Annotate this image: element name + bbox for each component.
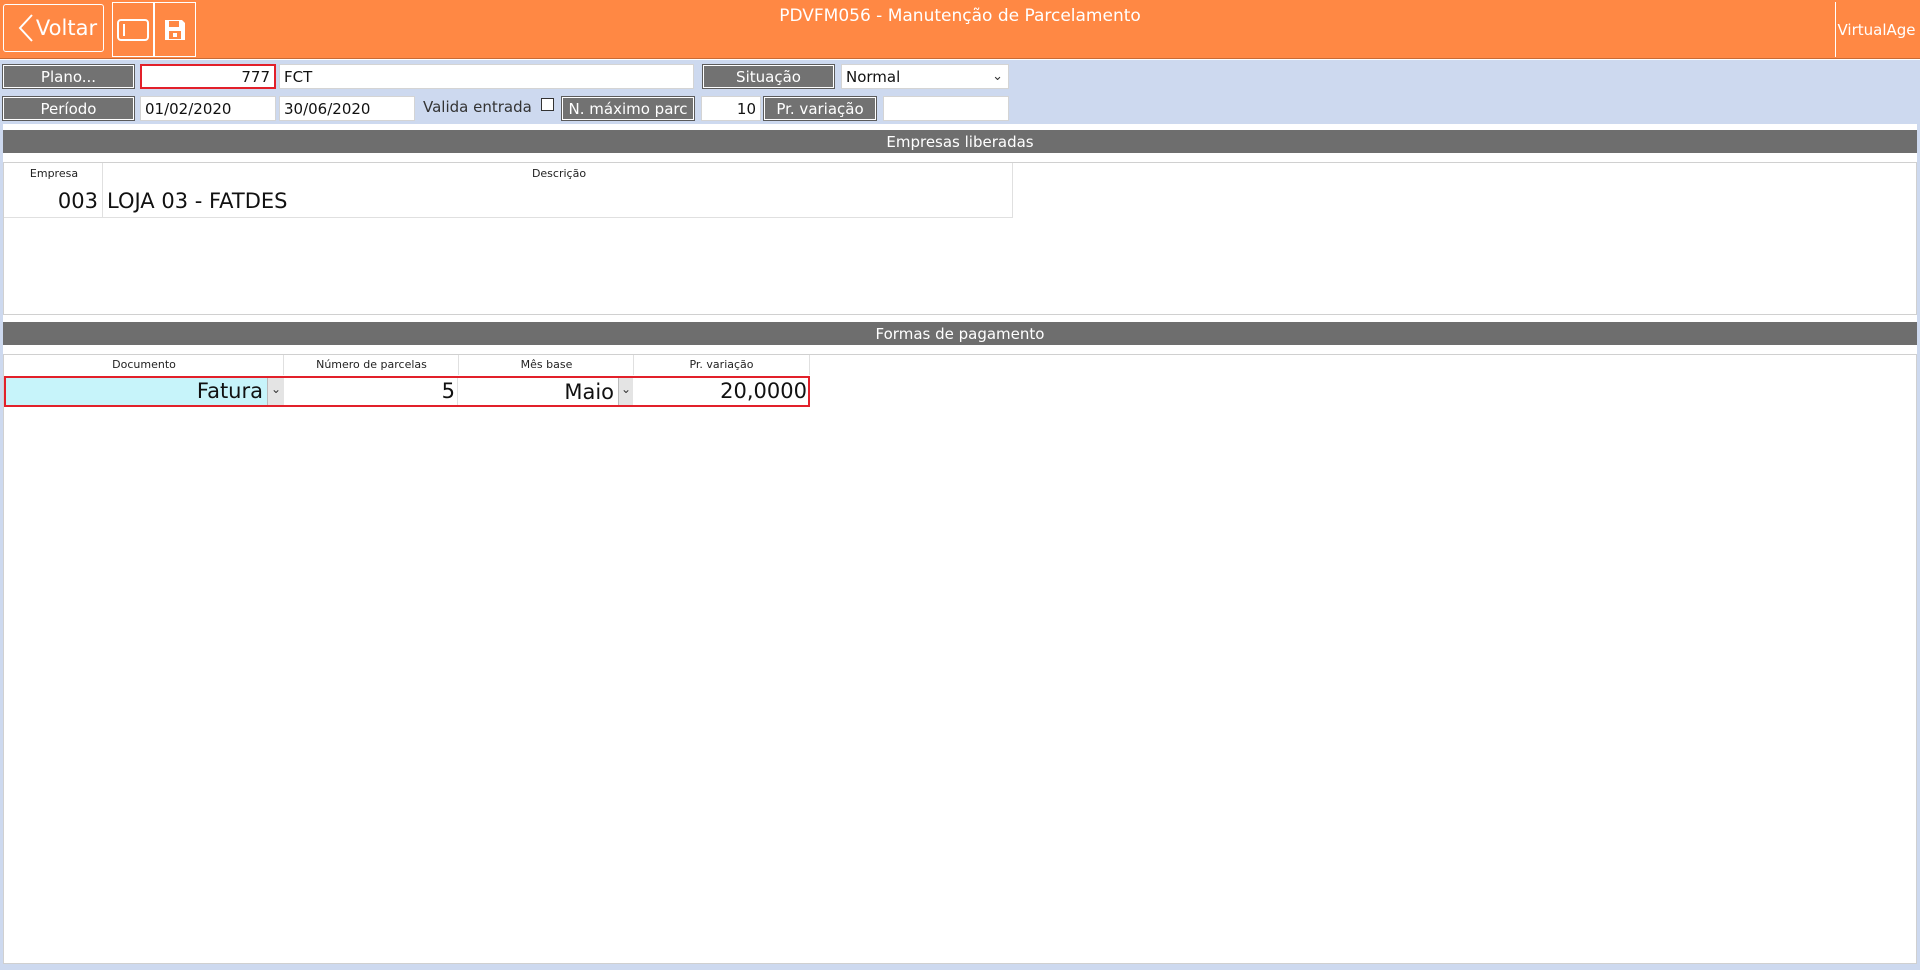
situacao-value: Normal (846, 67, 901, 86)
chevron-down-icon: ⌄ (270, 382, 282, 396)
column-divider (458, 355, 459, 375)
documento-cell[interactable]: Fatura (6, 378, 267, 405)
col-header-empresa: Empresa (29, 167, 79, 180)
table-row[interactable]: Fatura ⌄ 5 Maio ⌄ 20,0000 (4, 376, 810, 407)
max-parc-field[interactable]: 10 (701, 96, 761, 121)
empresa-code-cell: 003 (57, 189, 98, 213)
chevron-down-icon: ⌄ (620, 382, 632, 396)
plano-code-field[interactable]: 777 (140, 64, 276, 89)
column-divider (1012, 163, 1013, 218)
col-header-descricao: Descrição (531, 167, 587, 180)
max-parc-label-button[interactable]: N. máximo parc (561, 96, 695, 121)
page-title: PDVFM056 - Manutenção de Parcelamento (779, 6, 1141, 26)
periodo-fim-field[interactable]: 30/06/2020 (279, 96, 415, 121)
valida-entrada-label: Valida entrada (423, 98, 532, 116)
plano-desc-field[interactable]: FCT (279, 64, 694, 89)
col-header-parcelas: Número de parcelas (316, 358, 427, 371)
app-header: Voltar PDVFM056 - Manutenção de Parcelam… (0, 0, 1920, 59)
periodo-inicio-field[interactable]: 01/02/2020 (140, 96, 276, 121)
mes-base-cell[interactable]: Maio (458, 380, 614, 404)
chevron-down-icon: ⌄ (992, 69, 1003, 84)
periodo-label-button[interactable]: Período (2, 96, 135, 121)
empresas-grid: Empresa Descrição 003 LOJA 03 - FATDES (3, 162, 1917, 315)
pr-variacao-field[interactable] (883, 96, 1009, 121)
col-header-mes-base: Mês base (520, 358, 573, 371)
formas-grid: Documento Número de parcelas Mês base Pr… (3, 354, 1917, 964)
situacao-select[interactable]: Normal ⌄ (841, 64, 1009, 89)
column-divider (633, 355, 634, 375)
brand-button[interactable]: VirtualAge (1835, 2, 1917, 57)
formas-section-title: Formas de pagamento (2, 321, 1918, 345)
documento-dropdown-button[interactable]: ⌄ (267, 378, 284, 405)
pr-variacao-label-button[interactable]: Pr. variação (763, 96, 877, 121)
bottom-border (0, 964, 1920, 970)
plano-lookup-button[interactable]: Plano... (2, 64, 135, 89)
column-divider (809, 355, 810, 375)
left-border (0, 124, 3, 964)
empresa-desc-cell: LOJA 03 - FATDES (107, 189, 288, 213)
col-header-documento: Documento (112, 358, 176, 371)
empresas-section-title: Empresas liberadas (2, 129, 1918, 153)
row-divider (4, 217, 1013, 218)
table-row[interactable]: 003 LOJA 03 - FATDES (4, 187, 1012, 217)
mes-base-dropdown-button[interactable]: ⌄ (618, 378, 633, 405)
col-header-pr-variacao: Pr. variação (689, 358, 754, 371)
documento-value: Fatura (196, 379, 263, 403)
situacao-label-button[interactable]: Situação (702, 64, 835, 89)
column-divider (283, 355, 284, 375)
valida-entrada-checkbox[interactable] (541, 98, 554, 111)
pr-variacao-cell[interactable]: 20,0000 (634, 379, 807, 403)
parcelas-cell[interactable]: 5 (284, 379, 455, 403)
